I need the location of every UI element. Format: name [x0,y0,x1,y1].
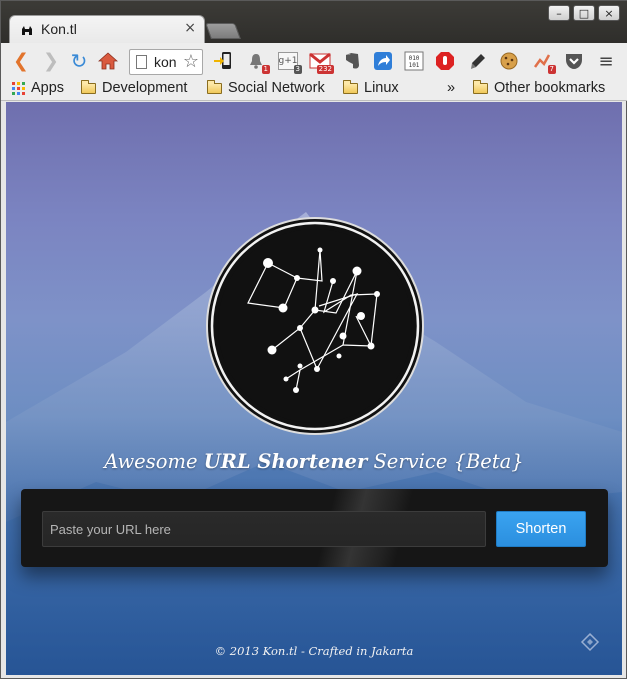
page-tagline: Awesome URL Shortener Service {Beta} [6,450,622,473]
cookie-icon[interactable] [498,50,520,72]
pocket-icon[interactable] [563,50,585,72]
bookmark-label: Apps [31,80,65,96]
folder-icon [81,79,96,94]
tagline-emphasis: URL Shortener [203,450,368,473]
notifications-badge: 1 [261,65,270,74]
bookmark-other-bookmarks[interactable]: Other bookmarks [473,79,606,96]
back-arrow-icon[interactable]: ❮ [11,50,31,72]
home-icon[interactable] [98,51,118,71]
bookmark-apps[interactable]: Apps [12,80,64,96]
tab-close-icon[interactable]: × [184,20,196,36]
browser-window: Kon.tl × – □ × ❮ ❯ ↻ ☆ 1 [0,0,627,679]
address-bar[interactable]: ☆ [129,49,203,75]
folder-icon [473,79,488,94]
diamond-logo-icon[interactable] [580,632,600,652]
minimize-button[interactable]: – [548,5,570,21]
share-arrow-icon[interactable] [372,50,394,72]
svg-text:101: 101 [409,62,420,69]
shorten-button[interactable]: Shorten [496,511,586,547]
page-content: Awesome URL Shortener Service {Beta} Sho… [6,102,622,675]
bookmark-star-icon[interactable]: ☆ [183,51,199,72]
bookmark-social-network[interactable]: Social Network [207,79,325,96]
adblock-stop-icon[interactable] [434,50,456,72]
tagline-pre: Awesome [104,450,198,473]
close-window-button[interactable]: × [598,5,620,21]
tools-badge: 7 [547,65,556,74]
bookmark-development[interactable]: Development [81,79,188,96]
gplus-badge: 3 [293,65,302,74]
address-input[interactable] [154,53,180,71]
bookmarks-overflow-button[interactable]: » [447,80,455,96]
bookmark-label: Social Network [228,80,325,96]
evernote-icon[interactable] [341,50,363,72]
bookmark-label: Linux [364,80,399,96]
maximize-button[interactable]: □ [573,5,595,21]
cat-icon [22,26,32,35]
folder-icon [343,79,358,94]
tagline-post: Service {Beta} [373,450,524,473]
tab-strip: Kon.tl × – □ × [1,1,627,43]
binary-icon[interactable]: 010 101 [403,50,425,72]
notifications-bell-icon[interactable]: 1 [245,50,270,74]
menu-icon[interactable]: ≡ [595,50,617,72]
page-icon [136,55,147,69]
window-controls: – □ × [548,5,620,21]
gplus-icon[interactable]: g+1 3 [277,50,302,74]
bookmark-linux[interactable]: Linux [343,79,399,96]
tab-kontl[interactable]: Kon.tl × [9,15,205,43]
kontl-logo [206,217,424,435]
shortener-panel: Shorten [21,489,608,567]
folder-icon [207,79,222,94]
send-to-mobile-icon[interactable] [212,50,234,72]
forward-arrow-icon[interactable]: ❯ [41,50,61,72]
browser-toolbar: ❮ ❯ ↻ ☆ 1 g+1 3 232 [1,43,627,78]
gmail-badge: 232 [316,65,334,74]
bookmarks-bar: Apps Development Social Network Linux » … [1,78,627,101]
bookmark-label: Other bookmarks [494,80,606,96]
reload-icon[interactable]: ↻ [69,49,89,73]
url-input[interactable] [42,511,486,547]
tools-icon[interactable]: 7 [531,50,556,74]
new-tab-button[interactable] [205,23,241,39]
bookmark-label: Development [102,80,188,96]
apps-grid-icon [12,81,25,95]
gmail-icon[interactable]: 232 [309,50,334,74]
page-footer: © 2013 Kon.tl - Crafted in Jakarta [214,644,414,658]
pen-tool-icon[interactable] [467,50,489,72]
tab-title: Kon.tl [41,21,77,37]
svg-text:010: 010 [409,55,420,62]
